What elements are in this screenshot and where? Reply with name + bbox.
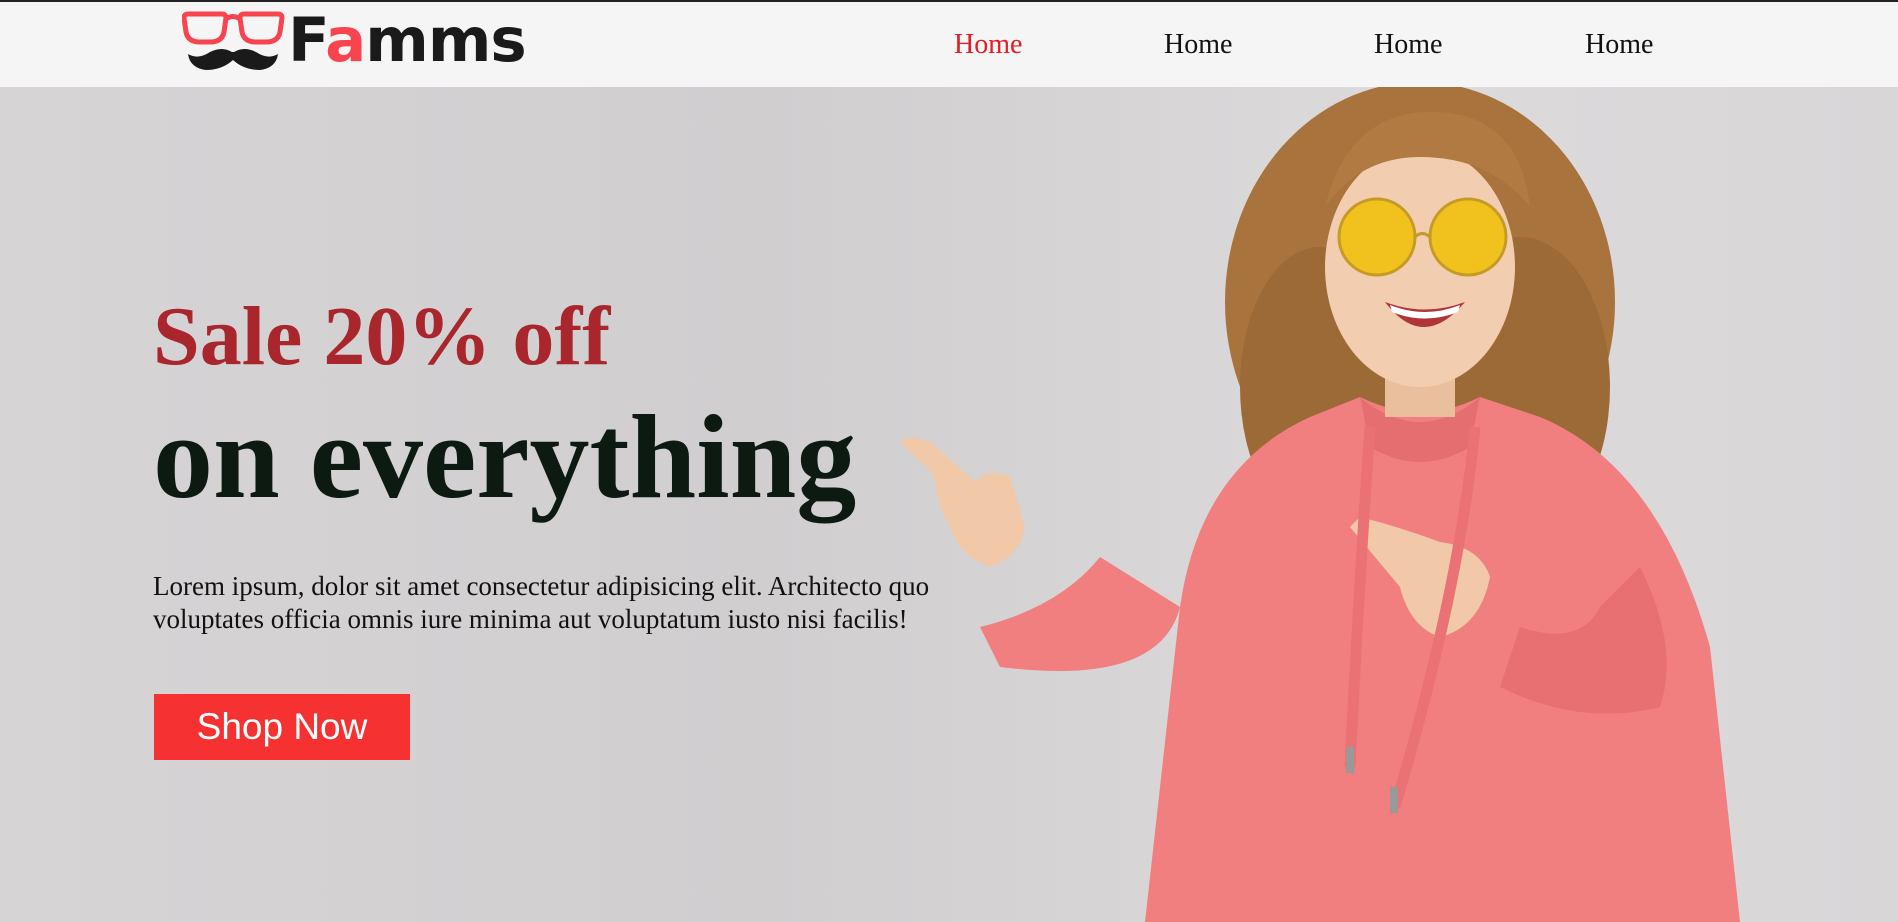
navbar: Famms Home Home Home Home xyxy=(0,0,1898,87)
hero-title: on everything xyxy=(153,390,857,523)
shop-now-button[interactable]: Shop Now xyxy=(154,694,410,760)
nav-home-link-3[interactable]: Home xyxy=(1374,27,1442,63)
sale-subtitle: Sale 20% off xyxy=(153,290,611,383)
hero-banner: Sale 20% off on everything Lorem ipsum, … xyxy=(0,87,1898,922)
nav-home-link-1[interactable]: Home xyxy=(954,27,1022,63)
brand-suffix: mms xyxy=(365,5,526,76)
hero-description: Lorem ipsum, dolor sit amet consectetur … xyxy=(153,571,930,634)
brand-prefix: F xyxy=(288,5,326,76)
nav-home-link-4[interactable]: Home xyxy=(1585,27,1653,63)
hero-model-image xyxy=(900,87,1740,922)
brand-wordmark: Famms xyxy=(288,4,527,78)
brand-accent-letter: a xyxy=(325,5,366,76)
nav-home-link-2[interactable]: Home xyxy=(1164,27,1232,63)
logo[interactable]: Famms xyxy=(182,5,542,76)
glasses-mustache-logo-icon xyxy=(182,11,285,70)
